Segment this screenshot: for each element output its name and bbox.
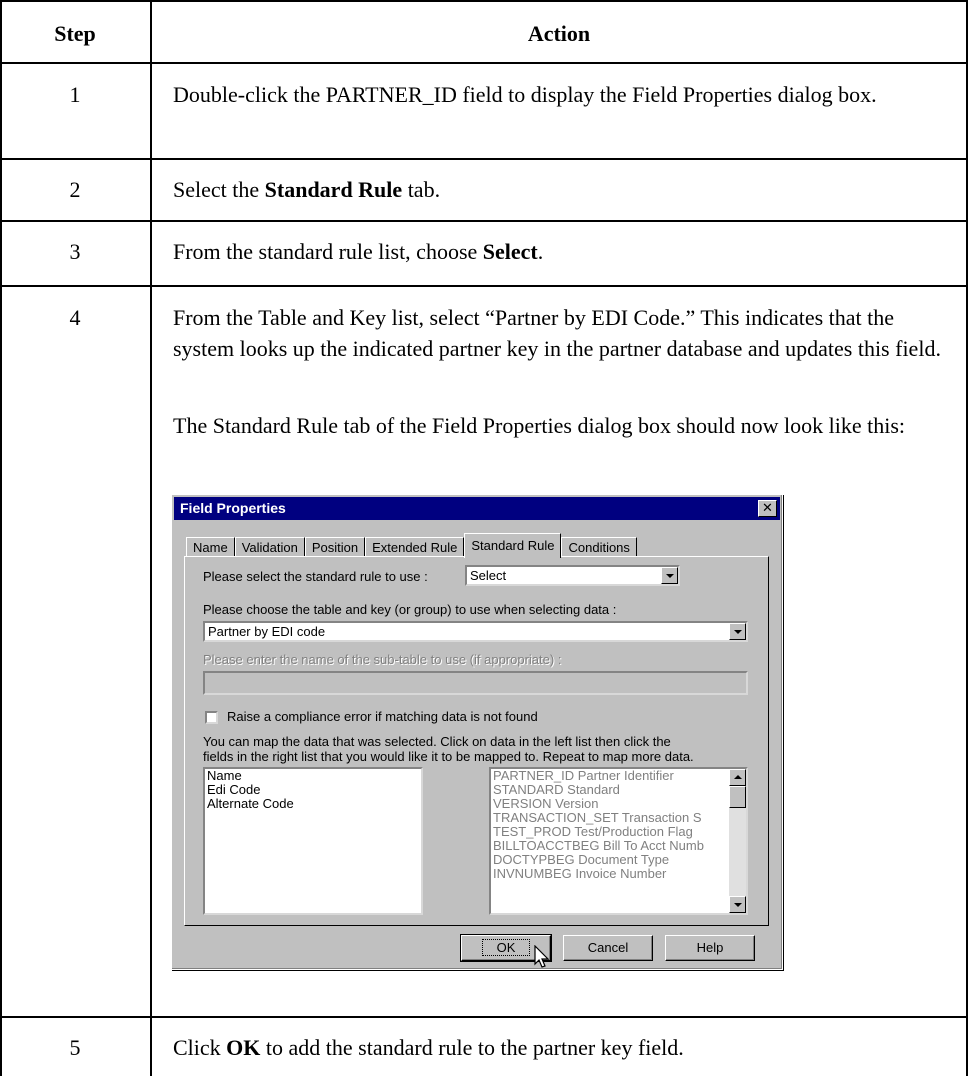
list-item[interactable]: DOCTYPBEG Document Type — [491, 853, 746, 867]
list-item[interactable]: INVNUMBEG Invoice Number — [491, 867, 746, 881]
subtable-label: Please enter the name of the sub-table t… — [203, 652, 562, 667]
step-number: 1 — [69, 82, 81, 107]
list-item[interactable]: VERSION Version — [491, 797, 746, 811]
bold-term: Select — [482, 239, 538, 264]
table-rule — [0, 0, 968, 2]
step-action-text: Click OK to add the standard rule to the… — [173, 1035, 684, 1060]
rule-label: Please select the standard rule to use : — [203, 569, 428, 584]
rule-select[interactable]: Select — [465, 565, 680, 586]
table-rule — [0, 285, 968, 287]
list-item[interactable]: Edi Code — [205, 783, 421, 797]
table-rule — [0, 220, 968, 222]
step-action-text: From the Table and Key list, select “Par… — [173, 305, 941, 361]
tab-strip: Name Validation Position Extended Rule S… — [186, 533, 637, 558]
table-rule — [0, 158, 968, 160]
tab-conditions[interactable]: Conditions — [561, 537, 637, 558]
subtable-input[interactable] — [203, 671, 748, 695]
bold-term: OK — [226, 1035, 261, 1060]
step-number: 3 — [69, 239, 81, 264]
target-field-list[interactable]: PARTNER_ID Partner Identifier STANDARD S… — [489, 767, 748, 915]
table-key-select[interactable]: Partner by EDI code — [203, 621, 748, 642]
chevron-down-icon[interactable] — [729, 623, 746, 640]
tab-standard-rule[interactable]: Standard Rule — [464, 533, 562, 558]
step-action-text: Select the Standard Rule tab. — [173, 177, 441, 202]
dialog-title: Field Properties — [180, 500, 286, 516]
header-step: Step — [54, 21, 96, 46]
map-help-line: You can map the data that was selected. … — [203, 734, 671, 749]
step-action-text: From the standard rule list, choose Sele… — [173, 239, 544, 264]
list-item[interactable]: Alternate Code — [205, 797, 421, 811]
tab-extended-rule[interactable]: Extended Rule — [365, 537, 465, 558]
cancel-button[interactable]: Cancel — [563, 935, 653, 961]
scroll-down-icon[interactable] — [729, 896, 746, 913]
scroll-up-icon[interactable] — [729, 769, 746, 786]
tab-position[interactable]: Position — [304, 537, 366, 558]
table-key-select-value: Partner by EDI code — [208, 624, 326, 639]
step-action-text: Double-click the PARTNER_ID field to dis… — [173, 82, 877, 107]
scroll-thumb[interactable] — [729, 786, 746, 808]
list-item[interactable]: Name — [205, 769, 421, 783]
step-number: 4 — [69, 305, 81, 330]
rule-select-value: Select — [470, 568, 507, 583]
dialog-title-bar: Field Properties ✕ — [174, 497, 780, 520]
table-rule — [150, 0, 152, 1076]
close-icon[interactable]: ✕ — [758, 500, 777, 517]
list-item[interactable]: BILLTOACCTBEG Bill To Acct Numb — [491, 839, 746, 853]
tab-name[interactable]: Name — [186, 537, 235, 558]
header-action: Action — [527, 21, 591, 46]
chevron-down-icon[interactable] — [661, 567, 678, 584]
list-item[interactable]: TRANSACTION_SET Transaction S — [491, 811, 746, 825]
help-button[interactable]: Help — [665, 935, 755, 961]
compliance-checkbox[interactable] — [205, 711, 218, 724]
field-properties-dialog: Field Properties ✕ Name Validation Posit… — [171, 494, 783, 970]
source-data-list[interactable]: Name Edi Code Alternate Code — [203, 767, 423, 915]
mouse-pointer-icon — [534, 945, 550, 968]
scrollbar[interactable] — [729, 769, 746, 913]
step-number: 2 — [69, 177, 81, 202]
list-item[interactable]: TEST_PROD Test/Production Flag — [491, 825, 746, 839]
step-action-text: The Standard Rule tab of the Field Prope… — [173, 413, 906, 438]
compliance-checkbox-label: Raise a compliance error if matching dat… — [227, 709, 538, 724]
table-rule — [0, 62, 968, 64]
step-number: 5 — [69, 1035, 81, 1060]
table-rule — [0, 1016, 968, 1018]
table-label: Please choose the table and key (or grou… — [203, 602, 617, 617]
bold-term: Standard Rule — [264, 177, 403, 202]
list-item[interactable]: PARTNER_ID Partner Identifier — [491, 769, 746, 783]
tab-validation[interactable]: Validation — [234, 537, 305, 558]
list-item[interactable]: STANDARD Standard — [491, 783, 746, 797]
table-rule — [0, 0, 2, 1076]
map-help-line: fields in the right list that you would … — [203, 749, 694, 764]
standard-rule-panel: Please select the standard rule to use :… — [184, 556, 769, 926]
